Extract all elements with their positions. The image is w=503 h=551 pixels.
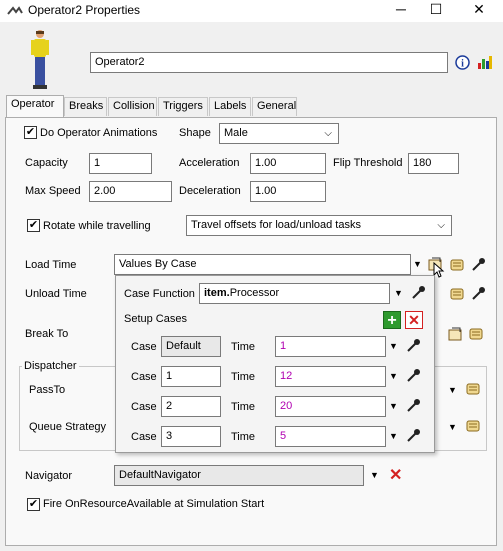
breakto-label: Break To [25, 328, 69, 340]
minimize-button[interactable]: ─ [384, 0, 418, 20]
eyedropper-icon[interactable] [405, 398, 421, 414]
time-value[interactable]: 12 [275, 366, 386, 387]
operator-avatar [31, 30, 49, 89]
time-dropdown-icon[interactable]: ▼ [389, 431, 398, 441]
capacity-field[interactable]: 1 [89, 153, 152, 174]
time-label: Time [231, 401, 256, 413]
acceleration-field[interactable]: 1.00 [250, 153, 326, 174]
shape-value: Male [224, 127, 248, 139]
chevron-down-icon: ⌵ [437, 220, 445, 231]
remove-case-icon[interactable]: ✕ [405, 311, 423, 329]
dispatcher-label: Dispatcher [22, 360, 79, 372]
navigator-label: Navigator [25, 470, 73, 482]
navigator-dropdown-icon[interactable]: ▼ [370, 470, 379, 480]
case-label: Case [131, 401, 157, 413]
flip-threshold-field[interactable]: 180 [408, 153, 459, 174]
tab-collision[interactable]: Collision [108, 97, 157, 116]
script-scroll-icon[interactable] [449, 257, 465, 273]
tab-operator[interactable]: Operator [6, 95, 64, 118]
window-title: Operator2 Properties [28, 3, 141, 17]
setup-cases-label: Setup Cases [124, 313, 187, 325]
animations-checkbox[interactable]: ✔ [24, 126, 37, 139]
case-value[interactable]: 3 [161, 426, 221, 447]
case-function-label: Case Function [124, 288, 195, 300]
time-value[interactable]: 20 [275, 396, 386, 417]
flip-threshold-label: Flip Threshold [333, 157, 403, 169]
tab-labels[interactable]: Labels [209, 97, 251, 116]
script-scroll-icon[interactable] [449, 286, 465, 302]
time-label: Time [231, 431, 256, 443]
maxspeed-label: Max Speed [25, 185, 81, 197]
time-label: Time [231, 371, 256, 383]
case-value[interactable]: Default [161, 336, 221, 357]
shape-label: Shape [179, 127, 211, 139]
deceleration-field[interactable]: 1.00 [250, 181, 326, 202]
time-dropdown-icon[interactable]: ▼ [389, 371, 398, 381]
time-dropdown-icon[interactable]: ▼ [389, 401, 398, 411]
loadtime-field[interactable]: Values By Case [114, 254, 411, 275]
tab-breaks[interactable]: Breaks [64, 97, 107, 116]
maximize-button[interactable]: ☐ [419, 0, 453, 20]
close-button[interactable]: ✕ [462, 0, 496, 20]
chevron-down-icon: ⌵ [324, 128, 332, 139]
loadtime-label: Load Time [25, 259, 77, 271]
queue-dropdown-icon[interactable]: ▼ [448, 422, 457, 432]
script-scroll-icon[interactable] [465, 381, 481, 397]
case-function-field[interactable]: item.Processor [199, 283, 390, 304]
eyedropper-icon[interactable] [410, 285, 426, 301]
queue-strategy-label: Queue Strategy [29, 421, 107, 433]
capacity-label: Capacity [25, 157, 68, 169]
case-label: Case [131, 371, 157, 383]
passto-dropdown-icon[interactable]: ▼ [448, 385, 457, 395]
time-value[interactable]: 1 [275, 336, 386, 357]
maxspeed-field[interactable]: 2.00 [89, 181, 172, 202]
time-value[interactable]: 5 [275, 426, 386, 447]
fire-resource-label: Fire OnResourceAvailable at Simulation S… [43, 498, 265, 510]
eyedropper-icon[interactable] [470, 257, 486, 273]
unloadtime-label: Unload Time [25, 288, 87, 300]
shape-select[interactable]: Male ⌵ [219, 123, 339, 144]
deceleration-label: Deceleration [179, 185, 241, 197]
case-value[interactable]: 2 [161, 396, 221, 417]
tab-general[interactable]: General [252, 97, 297, 116]
svg-text:i: i [461, 59, 464, 70]
eyedropper-icon[interactable] [405, 428, 421, 444]
animations-label: Do Operator Animations [40, 127, 158, 139]
travel-offsets-value: Travel offsets for load/unload tasks [191, 219, 361, 231]
time-dropdown-icon[interactable]: ▼ [389, 341, 398, 351]
navigator-field[interactable]: DefaultNavigator [114, 465, 364, 486]
fire-resource-checkbox[interactable]: ✔ [27, 498, 40, 511]
eyedropper-icon[interactable] [405, 368, 421, 384]
eyedropper-icon[interactable] [405, 338, 421, 354]
time-label: Time [231, 341, 256, 353]
app-icon [7, 6, 23, 15]
case-value[interactable]: 1 [161, 366, 221, 387]
tab-triggers[interactable]: Triggers [158, 97, 208, 116]
object-name-field[interactable]: Operator2 [90, 52, 448, 73]
template-edit-icon[interactable] [447, 326, 463, 342]
case-label: Case [131, 431, 157, 443]
acceleration-label: Acceleration [179, 157, 240, 169]
script-scroll-icon[interactable] [468, 326, 484, 342]
case-label: Case [131, 341, 157, 353]
case-function-dropdown-icon[interactable]: ▼ [394, 288, 403, 298]
loadtime-dropdown-icon[interactable]: ▼ [413, 259, 422, 269]
chart-stats-icon[interactable] [477, 54, 493, 70]
info-icon[interactable]: i [455, 55, 470, 70]
case-function-rest: Processor [229, 287, 280, 299]
passto-label: PassTo [29, 384, 66, 396]
case-function-bold: item. [204, 287, 230, 299]
script-scroll-icon[interactable] [465, 418, 481, 434]
rotate-checkbox[interactable]: ✔ [27, 219, 40, 232]
delete-icon[interactable]: ✕ [389, 465, 402, 485]
add-case-icon[interactable]: + [383, 311, 401, 329]
travel-offsets-select[interactable]: Travel offsets for load/unload tasks ⌵ [186, 215, 452, 236]
eyedropper-icon[interactable] [470, 286, 486, 302]
rotate-label: Rotate while travelling [43, 220, 151, 232]
